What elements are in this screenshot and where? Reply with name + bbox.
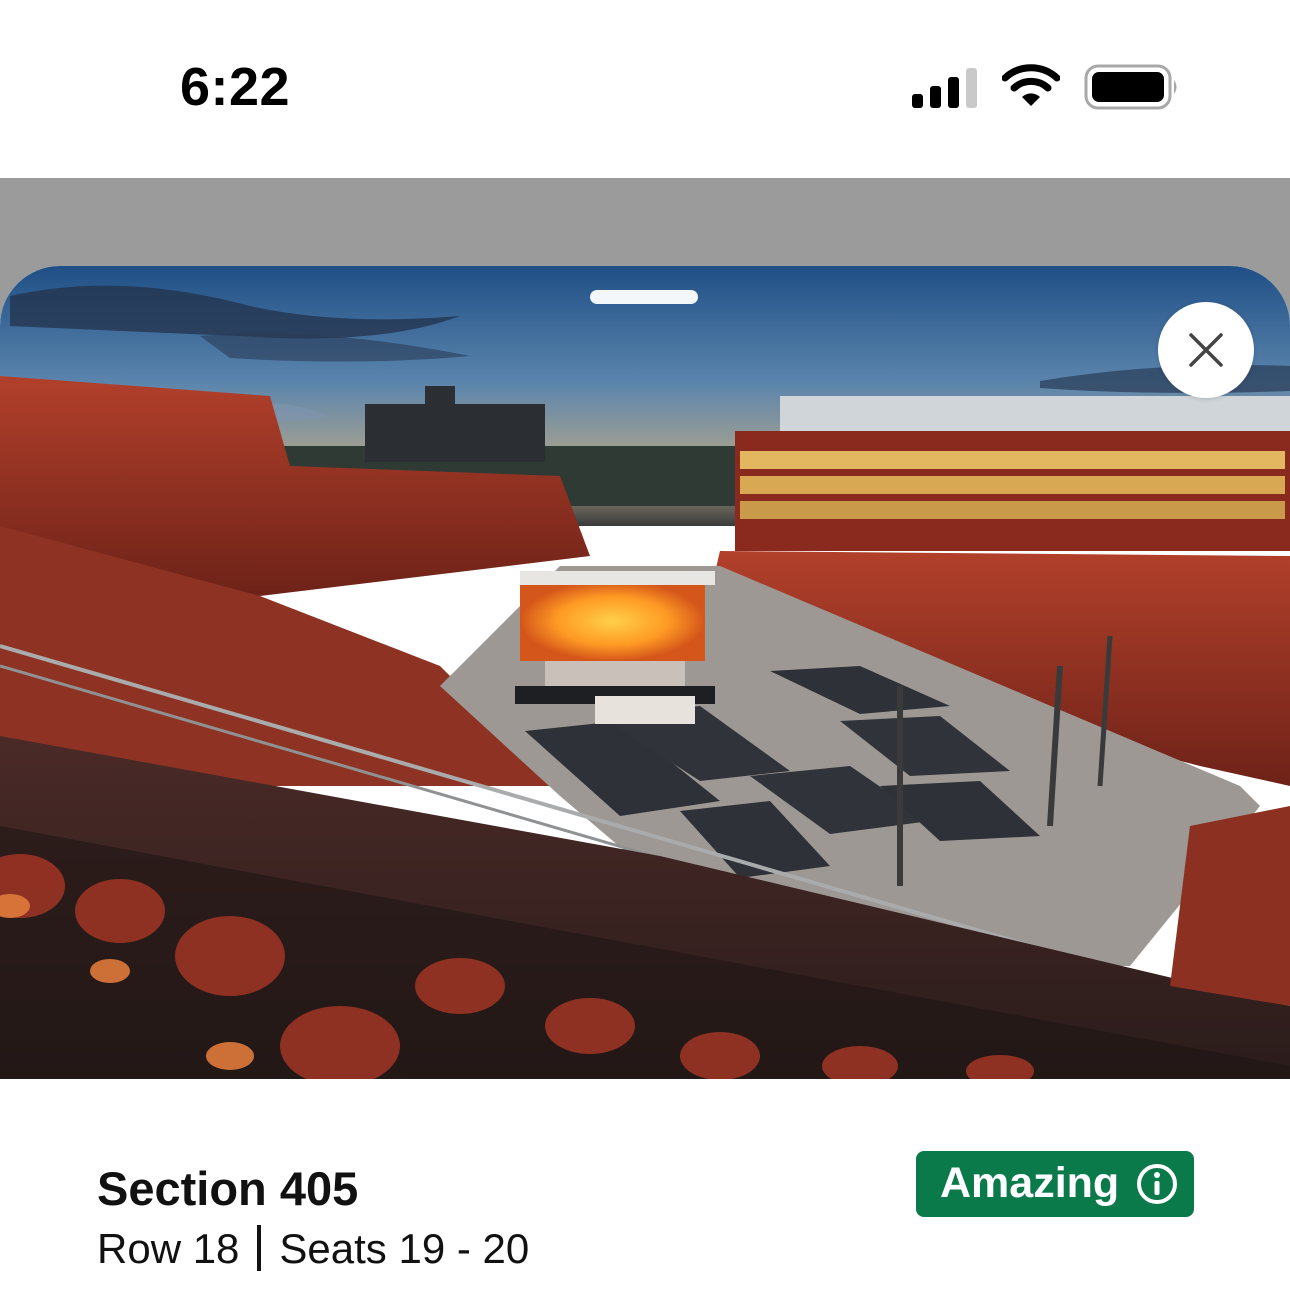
status-bar: 6:22 (0, 0, 1290, 178)
info-icon[interactable] (1136, 1163, 1178, 1205)
seats-label: Seats 19 - 20 (279, 1225, 530, 1272)
status-icons (880, 62, 1180, 112)
wifi-icon (1002, 64, 1060, 106)
seat-info: Section 405 Row 18 Seats 19 - 20 Amazing (0, 1079, 1290, 1295)
seat-view-sheet: Section 405 Row 18 Seats 19 - 20 Amazing (0, 266, 1290, 1295)
seat-details: Row 18 Seats 19 - 20 (97, 1225, 529, 1273)
close-icon (1189, 333, 1223, 367)
sheet-grabber[interactable] (590, 290, 698, 304)
details-divider (257, 1225, 262, 1271)
rating-label: Amazing (940, 1159, 1120, 1207)
stadium-view-image (0, 266, 1290, 1079)
status-time: 6:22 (180, 57, 291, 117)
row-label: Row 18 (97, 1225, 240, 1272)
cellular-signal-icon (912, 68, 977, 108)
battery-icon (1084, 64, 1177, 110)
rating-badge[interactable]: Amazing (916, 1151, 1194, 1217)
section-title: Section 405 (97, 1162, 359, 1215)
close-button[interactable] (1158, 302, 1254, 398)
